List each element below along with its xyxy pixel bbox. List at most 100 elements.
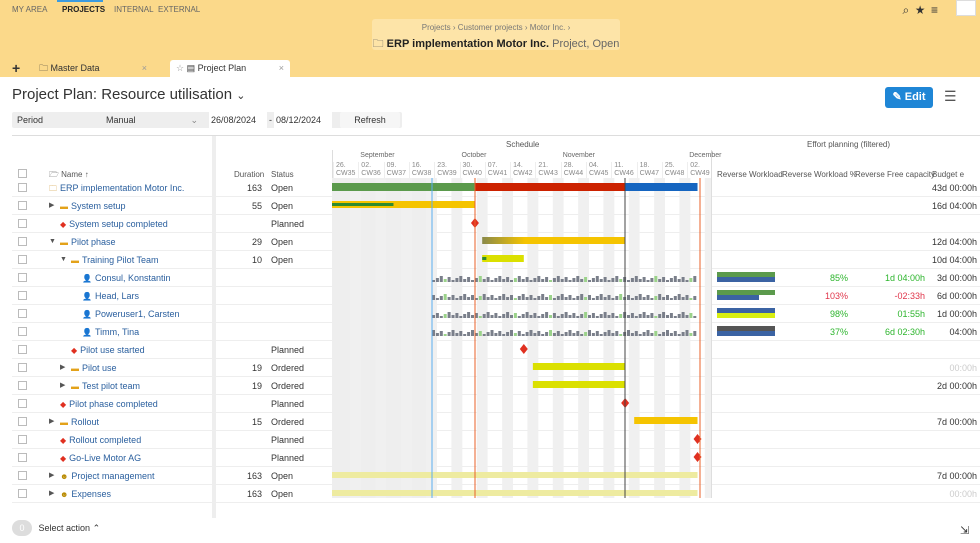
row-checkbox[interactable] [18,273,27,282]
utilisation-bar[interactable] [478,331,482,336]
expand-icon[interactable]: ▶ [60,377,65,395]
utilisation-bar[interactable] [673,276,677,282]
utilisation-bar[interactable] [584,332,588,336]
utilisation-bar[interactable] [494,298,498,300]
row-name[interactable]: ◆ Go-Live Motor AG [60,449,141,468]
row-checkbox[interactable] [18,381,27,390]
utilisation-bar[interactable] [513,313,517,318]
utilisation-bar[interactable] [595,296,599,300]
utilisation-bar[interactable] [646,295,650,300]
utilisation-bar[interactable] [510,315,513,318]
utilisation-bar[interactable] [627,315,630,318]
utilisation-bar[interactable] [611,333,615,336]
utilisation-bar[interactable] [654,316,658,318]
duration-column-header[interactable]: Duration [234,170,264,179]
utilisation-bar[interactable] [693,276,697,282]
utilisation-bar[interactable] [673,331,677,336]
utilisation-bar[interactable] [576,331,580,336]
utilisation-bar[interactable] [564,277,568,282]
utilisation-bar[interactable] [549,330,552,336]
utilisation-bar[interactable] [525,277,529,282]
reverse-free-capacity-header[interactable]: Reverse Free capacity [855,170,935,179]
progress-bar[interactable] [332,203,394,206]
edit-button[interactable]: ✎ Edit [885,87,933,108]
utilisation-bar[interactable] [615,296,619,300]
utilisation-bar[interactable] [654,331,658,336]
utilisation-bar[interactable] [443,279,447,282]
utilisation-bar[interactable] [517,296,521,300]
utilisation-bar[interactable] [638,294,642,300]
row-checkbox[interactable] [18,255,27,264]
utilisation-bar[interactable] [467,297,471,300]
utilisation-bar[interactable] [568,315,572,318]
utilisation-bar[interactable] [556,316,560,318]
utilisation-bar[interactable] [478,276,482,282]
utilisation-bar[interactable] [459,331,463,336]
utilisation-bar[interactable] [549,280,552,282]
utilisation-bar[interactable] [490,330,494,336]
task-bar[interactable] [482,255,524,262]
utilisation-bar[interactable] [591,313,595,318]
utilisation-bar[interactable] [560,334,564,336]
utilisation-bar[interactable] [681,277,685,282]
utilisation-bar[interactable] [591,278,595,282]
nav-my-area[interactable]: MY AREA [12,5,47,14]
budget-header[interactable]: Budget e [932,170,964,179]
utilisation-bar[interactable] [552,298,556,300]
utilisation-bar[interactable] [564,297,568,300]
tab-master-data[interactable]: 🗀 Master Data × [33,60,153,77]
project-selector[interactable]: Projects › Customer projects › Motor Inc… [372,19,620,67]
utilisation-bar[interactable] [568,330,572,336]
utilisation-bar[interactable] [533,333,537,336]
utilisation-bar[interactable] [646,280,650,282]
close-icon[interactable]: × [279,60,284,77]
crumb-motor[interactable]: Motor Inc. [530,23,566,32]
utilisation-bar[interactable] [455,313,459,318]
row-checkbox[interactable] [18,345,27,354]
reverse-workload-header[interactable]: Reverse Workload [717,170,783,179]
utilisation-bar[interactable] [615,276,619,282]
utilisation-bar[interactable] [584,312,588,318]
utilisation-bar[interactable] [673,316,677,318]
utilisation-bar[interactable] [580,334,584,336]
progress-bar[interactable] [482,257,487,260]
utilisation-bar[interactable] [552,333,556,336]
star-icon[interactable]: ☆ [176,63,184,73]
expand-icon[interactable]: ▶ [49,197,54,215]
period-mode-select[interactable]: Manual ⌄ [106,112,206,128]
utilisation-bar[interactable] [677,334,681,336]
utilisation-bar[interactable] [521,294,525,300]
utilisation-bar[interactable] [552,313,556,318]
utilisation-bar[interactable] [576,276,580,282]
row-name[interactable]: 👤 Timm, Tina [82,323,139,342]
utilisation-bar[interactable] [658,314,662,318]
row-checkbox[interactable] [18,471,27,480]
utilisation-bar[interactable] [634,331,638,336]
utilisation-bar[interactable] [650,333,654,336]
utilisation-bar[interactable] [603,312,607,318]
utilisation-bar[interactable] [584,297,588,300]
nav-internal[interactable]: INTERNAL [114,5,154,14]
utilisation-bar[interactable] [603,277,607,282]
utilisation-bar[interactable] [521,334,525,336]
utilisation-bar[interactable] [638,279,642,282]
utilisation-bar[interactable] [490,315,494,318]
utilisation-bar[interactable] [572,278,576,282]
utilisation-bar[interactable] [572,333,576,336]
utilisation-bar[interactable] [435,333,439,336]
row-checkbox[interactable] [18,489,27,498]
utilisation-bar[interactable] [510,280,513,282]
utilisation-bar[interactable] [595,276,599,282]
utilisation-bar[interactable] [568,295,572,300]
row-checkbox[interactable] [18,435,27,444]
utilisation-bar[interactable] [459,296,463,300]
task-bar[interactable] [332,490,698,496]
utilisation-bar[interactable] [486,297,490,300]
utilisation-bar[interactable] [634,276,638,282]
utilisation-bar[interactable] [599,334,603,336]
avatar[interactable] [956,0,976,16]
add-tab-icon[interactable]: + [6,60,20,77]
utilisation-bar[interactable] [459,316,463,318]
row-name[interactable]: ◆ Pilot phase completed [60,395,158,414]
utilisation-bar[interactable] [482,279,486,282]
